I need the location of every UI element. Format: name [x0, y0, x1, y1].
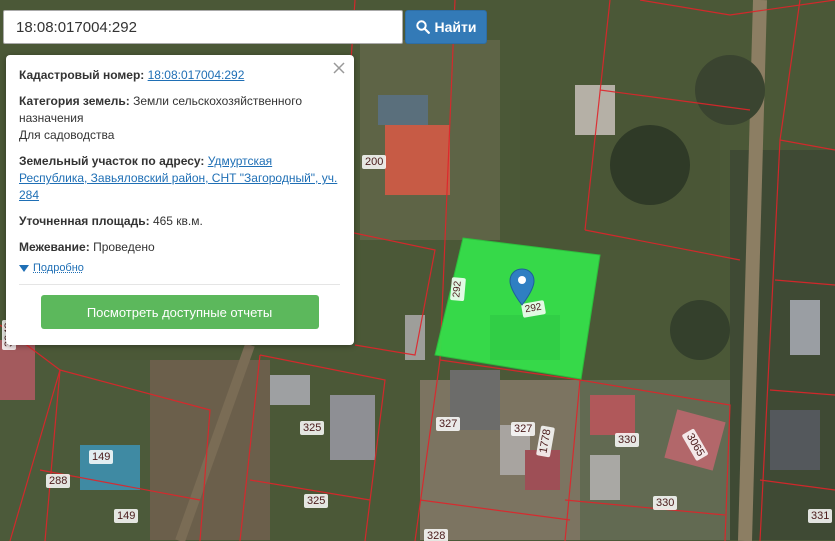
close-icon[interactable] [332, 61, 346, 75]
divider [19, 284, 340, 285]
map-pin-icon[interactable] [509, 268, 535, 306]
cadastral-row: Кадастровый номер: 18:08:017004:292 [19, 67, 340, 84]
area-value: 465 кв.м. [152, 214, 203, 228]
parcel-label: 325 [304, 494, 329, 508]
area-row: Уточненная площадь: 465 кв.м. [19, 213, 340, 230]
usage-value: Для садоводства [19, 128, 115, 142]
parcel-label: 330 [615, 433, 640, 447]
survey-row: Межевание: Проведено [19, 239, 340, 256]
search-input[interactable] [4, 11, 402, 43]
search-button-label: Найти [434, 19, 477, 35]
cadastral-number-link[interactable]: 18:08:017004:292 [148, 68, 245, 82]
search-icon [415, 20, 430, 34]
parcel-label: 288 [46, 474, 71, 488]
search-button[interactable]: Найти [405, 10, 487, 44]
parcel-label: 330 [653, 496, 678, 510]
area-label: Уточненная площадь: [19, 214, 150, 228]
address-label: Земельный участок по адресу: [19, 154, 205, 168]
parcel-label: 200 [362, 155, 387, 169]
details-toggle[interactable]: Подробно [19, 262, 340, 274]
parcel-label: 327 [511, 422, 536, 436]
parcel-label: 328 [424, 529, 449, 541]
view-reports-button[interactable]: Посмотреть доступные отчеты [40, 295, 319, 329]
parcel-label: 149 [114, 509, 139, 523]
parcel-info-popup: Кадастровый номер: 18:08:017004:292 Кате… [6, 55, 354, 345]
search-field[interactable] [3, 10, 403, 44]
parcel-label: 292 [450, 277, 466, 302]
category-row: Категория земель: Земли сельскохозяйстве… [19, 93, 340, 144]
survey-label: Межевание: [19, 240, 90, 254]
address-row: Земельный участок по адресу: Удмуртская … [19, 153, 340, 204]
parcel-label: 331 [808, 509, 833, 523]
category-label: Категория земель: [19, 94, 130, 108]
details-label: Подробно [33, 262, 84, 274]
parcel-label: 327 [436, 417, 461, 431]
caret-down-icon [19, 264, 29, 272]
parcel-label: 325 [300, 421, 325, 435]
parcel-label: 149 [89, 450, 114, 464]
survey-value: Проведено [93, 240, 155, 254]
cadastral-label: Кадастровый номер: [19, 68, 145, 82]
